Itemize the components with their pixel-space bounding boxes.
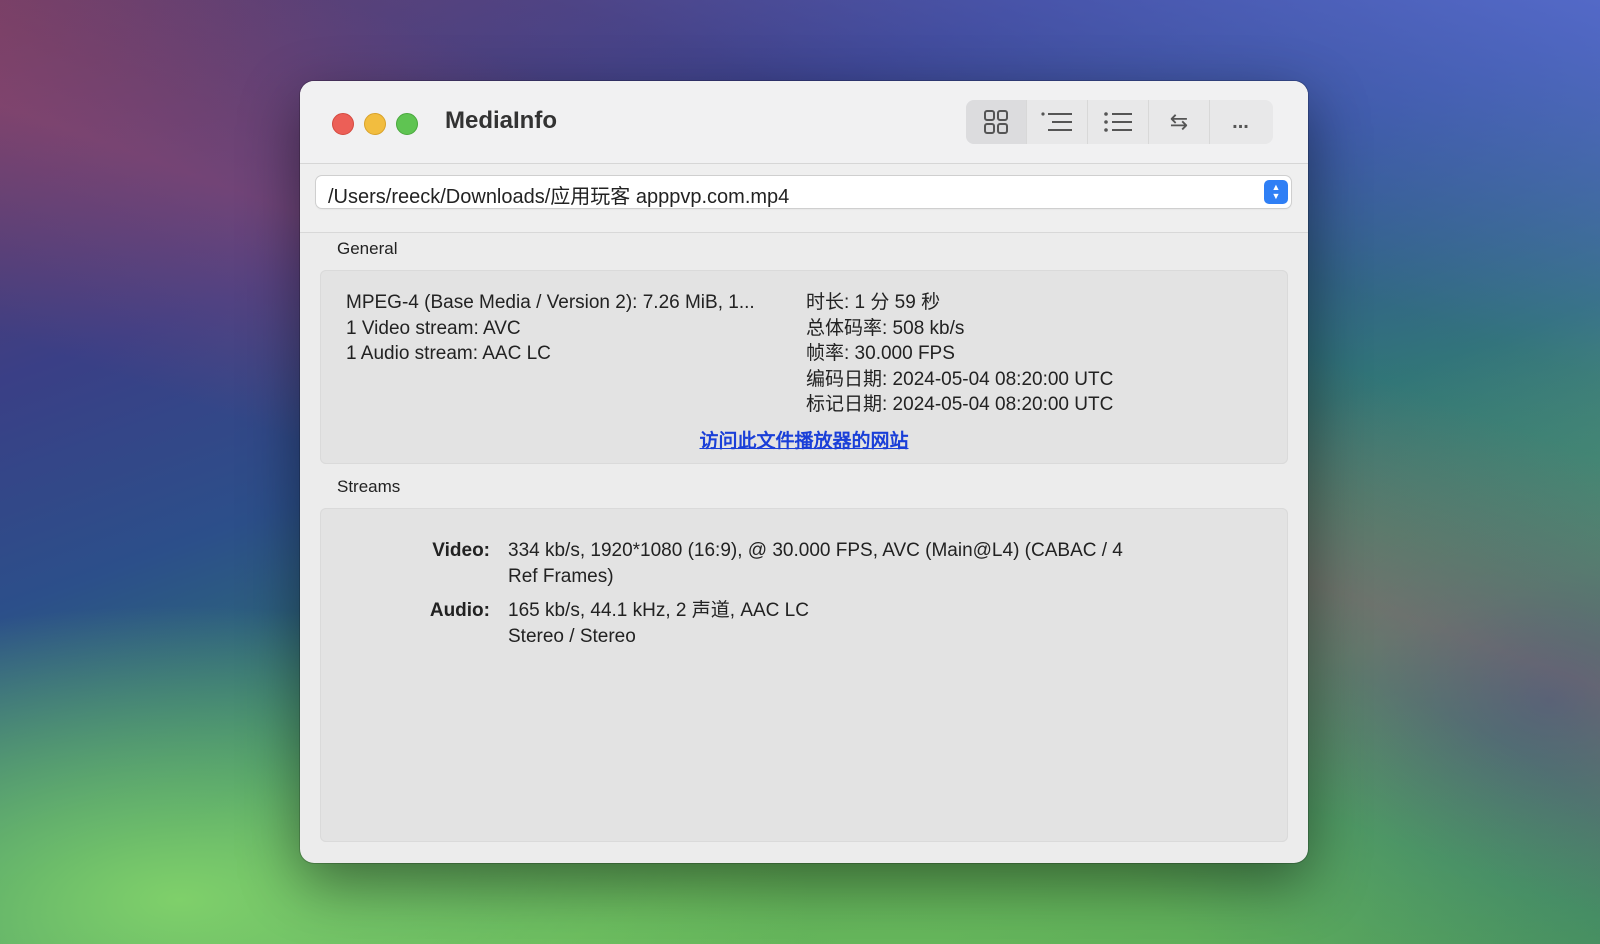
video-stream-row: Video: 334 kb/s, 1920*1080 (16:9), @ 30.… [320,538,1288,590]
general-bitrate: 总体码率: 508 kb/s [806,317,965,339]
swap-button[interactable]: ⇆ [1149,100,1210,144]
chevron-updown-icon[interactable]: ▲ ▼ [1264,180,1288,204]
mediainfo-window: MediaInfo ⇆ ... /Users/reeck/Downloads/应… [300,81,1308,863]
general-encoded-date: 编码日期: 2024-05-04 08:20:00 UTC [806,368,1114,390]
ellipsis-icon: ... [1232,110,1249,133]
video-stream-value: 334 kb/s, 1920*1080 (16:9), @ 30.000 FPS… [508,538,1168,589]
general-tagged-date: 标记日期: 2024-05-04 08:20:00 UTC [806,394,1114,415]
general-details: 时长: 1 分 59 秒 总体码率: 508 kb/s 帧率: 30.000 F… [806,290,1113,418]
outline-list-icon [1041,112,1072,131]
general-video-count: 1 Video stream: AVC [346,317,521,339]
bullet-list-icon [1104,112,1132,132]
file-path-text: /Users/reeck/Downloads/应用玩客 apppvp.com.m… [328,186,790,208]
general-summary: MPEG-4 (Base Media / Version 2): 7.26 Mi… [346,290,755,367]
general-format-line: MPEG-4 (Base Media / Version 2): 7.26 Mi… [346,292,755,313]
grid-view-button[interactable] [966,100,1027,144]
grid-icon [984,110,1008,134]
swap-arrows-icon: ⇆ [1169,109,1189,134]
audio-stream-line2: Stereo / Stereo [508,625,636,647]
close-button[interactable] [332,113,354,135]
general-audio-count: 1 Audio stream: AAC LC [346,343,551,364]
minimize-button[interactable] [364,113,386,135]
general-panel: MPEG-4 (Base Media / Version 2): 7.26 Mi… [320,270,1288,464]
maximize-button[interactable] [396,113,418,135]
outline-view-button[interactable] [1027,100,1088,144]
general-duration: 时长: 1 分 59 秒 [806,292,941,313]
general-framerate: 帧率: 30.000 FPS [806,343,955,364]
view-toolbar: ⇆ ... [966,100,1273,144]
audio-stream-key: Audio: [429,600,490,621]
audio-stream-line1: 165 kb/s, 44.1 kHz, 2 声道, AAC LC [508,600,809,621]
general-section-label: General [337,239,398,258]
video-stream-line2: Ref Frames) [508,565,614,587]
video-stream-key: Video: [432,540,490,561]
streams-section-label: Streams [337,477,401,496]
audio-stream-value: 165 kb/s, 44.1 kHz, 2 声道, AAC LC Stereo … [508,598,1168,649]
streams-panel: Video: 334 kb/s, 1920*1080 (16:9), @ 30.… [320,508,1288,842]
player-website-link[interactable]: 访问此文件播放器的网站 [320,426,1288,453]
audio-stream-row: Audio: 165 kb/s, 44.1 kHz, 2 声道, AAC LC … [320,598,1288,650]
video-stream-line1: 334 kb/s, 1920*1080 (16:9), @ 30.000 FPS… [508,540,1123,561]
list-view-button[interactable] [1088,100,1149,144]
file-path-select[interactable]: /Users/reeck/Downloads/应用玩客 apppvp.com.m… [316,176,1291,208]
window-title: MediaInfo [445,107,557,134]
title-bar: MediaInfo ⇆ ... [300,81,1308,164]
more-button[interactable]: ... [1210,100,1271,144]
